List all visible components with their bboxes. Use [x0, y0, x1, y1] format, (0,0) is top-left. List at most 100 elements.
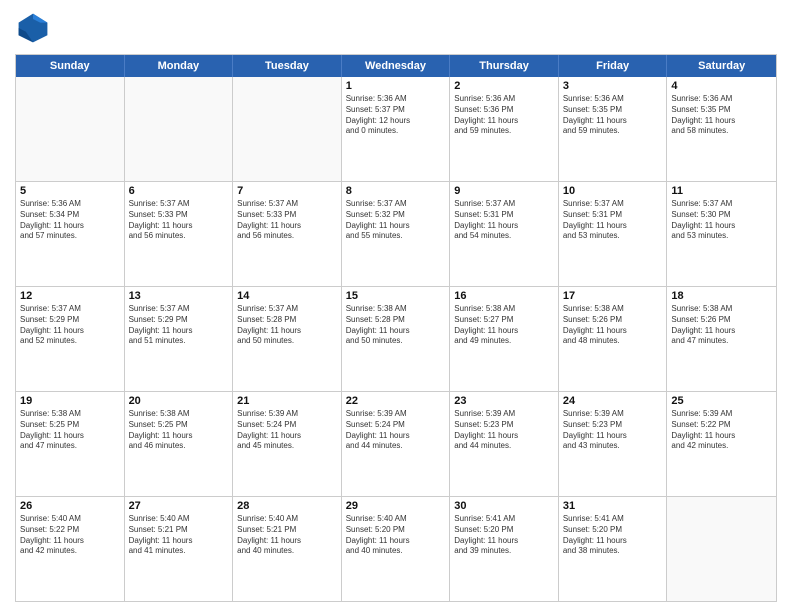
calendar-cell	[667, 497, 776, 601]
calendar-cell: 15 Sunrise: 5:38 AM Sunset: 5:28 PM Dayli…	[342, 287, 451, 391]
day-number: 13	[129, 290, 229, 302]
cell-text: Sunrise: 5:38 AM Sunset: 5:26 PM Dayligh…	[563, 304, 663, 347]
calendar-cell: 28Sunrise: 5:40 AM Sunset: 5:21 PM Dayli…	[233, 497, 342, 601]
day-number: 5	[20, 185, 120, 197]
calendar-row: 19Sunrise: 5:38 AM Sunset: 5:25 PM Dayli…	[16, 392, 776, 497]
cell-text: Sunrise: 5:37 AM Sunset: 5:29 PM Dayligh…	[129, 304, 229, 347]
calendar-cell: 17 Sunrise: 5:38 AM Sunset: 5:26 PM Dayli…	[559, 287, 668, 391]
day-number: 23	[454, 395, 554, 407]
calendar-cell: 31 Sunrise: 5:41 AM Sunset: 5:20 PM Dayli…	[559, 497, 668, 601]
cell-text: Sunrise: 5:41 AM Sunset: 5:20 PM Dayligh…	[454, 514, 554, 557]
page: SundayMondayTuesdayWednesdayThursdayFrid…	[0, 0, 792, 612]
cell-text: Sunrise: 5:39 AM Sunset: 5:23 PM Dayligh…	[454, 409, 554, 452]
day-number: 26	[20, 500, 120, 512]
calendar-cell: 24 Sunrise: 5:39 AM Sunset: 5:23 PM Dayli…	[559, 392, 668, 496]
calendar-row: 5 Sunrise: 5:36 AM Sunset: 5:34 PM Daylig…	[16, 182, 776, 287]
cell-text: Sunrise: 5:37 AM Sunset: 5:28 PM Dayligh…	[237, 304, 337, 347]
calendar-cell	[125, 77, 234, 181]
cell-text: Sunrise: 5:40 AM Sunset: 5:20 PM Dayligh…	[346, 514, 446, 557]
day-number: 24	[563, 395, 663, 407]
header	[15, 10, 777, 46]
calendar-cell: 18 Sunrise: 5:38 AM Sunset: 5:26 PM Dayli…	[667, 287, 776, 391]
cell-text: Sunrise: 5:36 AM Sunset: 5:34 PM Dayligh…	[20, 199, 120, 242]
cell-text: Sunrise: 5:39 AM Sunset: 5:24 PM Dayligh…	[237, 409, 337, 452]
cell-text: Sunrise: 5:41 AM Sunset: 5:20 PM Dayligh…	[563, 514, 663, 557]
weekday-header: Thursday	[450, 55, 559, 77]
calendar-cell: 22Sunrise: 5:39 AM Sunset: 5:24 PM Dayli…	[342, 392, 451, 496]
calendar-row: 1Sunrise: 5:36 AM Sunset: 5:37 PM Daylig…	[16, 77, 776, 182]
calendar-cell: 27Sunrise: 5:40 AM Sunset: 5:21 PM Dayli…	[125, 497, 234, 601]
calendar-cell	[16, 77, 125, 181]
weekday-header: Sunday	[16, 55, 125, 77]
weekday-header: Tuesday	[233, 55, 342, 77]
calendar-cell: 5 Sunrise: 5:36 AM Sunset: 5:34 PM Daylig…	[16, 182, 125, 286]
calendar-cell: 25 Sunrise: 5:39 AM Sunset: 5:22 PM Dayli…	[667, 392, 776, 496]
calendar-cell: 7Sunrise: 5:37 AM Sunset: 5:33 PM Daylig…	[233, 182, 342, 286]
cell-text: Sunrise: 5:36 AM Sunset: 5:35 PM Dayligh…	[563, 94, 663, 137]
weekday-header: Friday	[559, 55, 668, 77]
calendar-cell: 21 Sunrise: 5:39 AM Sunset: 5:24 PM Dayli…	[233, 392, 342, 496]
calendar: SundayMondayTuesdayWednesdayThursdayFrid…	[15, 54, 777, 602]
day-number: 27	[129, 500, 229, 512]
day-number: 15	[346, 290, 446, 302]
day-number: 29	[346, 500, 446, 512]
cell-text: Sunrise: 5:38 AM Sunset: 5:26 PM Dayligh…	[671, 304, 772, 347]
calendar-cell: 14 Sunrise: 5:37 AM Sunset: 5:28 PM Dayli…	[233, 287, 342, 391]
calendar-cell: 6 Sunrise: 5:37 AM Sunset: 5:33 PM Daylig…	[125, 182, 234, 286]
cell-text: Sunrise: 5:37 AM Sunset: 5:29 PM Dayligh…	[20, 304, 120, 347]
calendar-cell: 20Sunrise: 5:38 AM Sunset: 5:25 PM Dayli…	[125, 392, 234, 496]
calendar-row: 26Sunrise: 5:40 AM Sunset: 5:22 PM Dayli…	[16, 497, 776, 601]
day-number: 21	[237, 395, 337, 407]
cell-text: Sunrise: 5:40 AM Sunset: 5:21 PM Dayligh…	[237, 514, 337, 557]
day-number: 10	[563, 185, 663, 197]
day-number: 2	[454, 80, 554, 92]
day-number: 3	[563, 80, 663, 92]
calendar-cell: 9 Sunrise: 5:37 AM Sunset: 5:31 PM Daylig…	[450, 182, 559, 286]
day-number: 17	[563, 290, 663, 302]
calendar-cell: 8 Sunrise: 5:37 AM Sunset: 5:32 PM Daylig…	[342, 182, 451, 286]
weekday-header: Monday	[125, 55, 234, 77]
calendar-cell: 30 Sunrise: 5:41 AM Sunset: 5:20 PM Dayli…	[450, 497, 559, 601]
calendar-cell: 23 Sunrise: 5:39 AM Sunset: 5:23 PM Dayli…	[450, 392, 559, 496]
day-number: 14	[237, 290, 337, 302]
cell-text: Sunrise: 5:37 AM Sunset: 5:30 PM Dayligh…	[671, 199, 772, 242]
weekday-header: Saturday	[667, 55, 776, 77]
calendar-cell: 10 Sunrise: 5:37 AM Sunset: 5:31 PM Dayli…	[559, 182, 668, 286]
day-number: 8	[346, 185, 446, 197]
day-number: 4	[671, 80, 772, 92]
calendar-cell: 1Sunrise: 5:36 AM Sunset: 5:37 PM Daylig…	[342, 77, 451, 181]
cell-text: Sunrise: 5:37 AM Sunset: 5:32 PM Dayligh…	[346, 199, 446, 242]
calendar-cell	[233, 77, 342, 181]
day-number: 18	[671, 290, 772, 302]
cell-text: Sunrise: 5:38 AM Sunset: 5:25 PM Dayligh…	[129, 409, 229, 452]
day-number: 30	[454, 500, 554, 512]
cell-text: Sunrise: 5:36 AM Sunset: 5:35 PM Dayligh…	[671, 94, 772, 137]
day-number: 9	[454, 185, 554, 197]
cell-text: Sunrise: 5:37 AM Sunset: 5:31 PM Dayligh…	[563, 199, 663, 242]
cell-text: Sunrise: 5:39 AM Sunset: 5:22 PM Dayligh…	[671, 409, 772, 452]
calendar-cell: 3 Sunrise: 5:36 AM Sunset: 5:35 PM Daylig…	[559, 77, 668, 181]
cell-text: Sunrise: 5:36 AM Sunset: 5:36 PM Dayligh…	[454, 94, 554, 137]
cell-text: Sunrise: 5:38 AM Sunset: 5:27 PM Dayligh…	[454, 304, 554, 347]
calendar-header: SundayMondayTuesdayWednesdayThursdayFrid…	[16, 55, 776, 77]
calendar-cell: 19Sunrise: 5:38 AM Sunset: 5:25 PM Dayli…	[16, 392, 125, 496]
cell-text: Sunrise: 5:37 AM Sunset: 5:31 PM Dayligh…	[454, 199, 554, 242]
day-number: 25	[671, 395, 772, 407]
cell-text: Sunrise: 5:37 AM Sunset: 5:33 PM Dayligh…	[129, 199, 229, 242]
logo	[15, 10, 55, 46]
day-number: 22	[346, 395, 446, 407]
day-number: 11	[671, 185, 772, 197]
day-number: 31	[563, 500, 663, 512]
day-number: 6	[129, 185, 229, 197]
calendar-body: 1Sunrise: 5:36 AM Sunset: 5:37 PM Daylig…	[16, 77, 776, 601]
calendar-cell: 13 Sunrise: 5:37 AM Sunset: 5:29 PM Dayli…	[125, 287, 234, 391]
cell-text: Sunrise: 5:38 AM Sunset: 5:28 PM Dayligh…	[346, 304, 446, 347]
cell-text: Sunrise: 5:39 AM Sunset: 5:23 PM Dayligh…	[563, 409, 663, 452]
day-number: 16	[454, 290, 554, 302]
cell-text: Sunrise: 5:38 AM Sunset: 5:25 PM Dayligh…	[20, 409, 120, 452]
day-number: 1	[346, 80, 446, 92]
calendar-row: 12Sunrise: 5:37 AM Sunset: 5:29 PM Dayli…	[16, 287, 776, 392]
cell-text: Sunrise: 5:37 AM Sunset: 5:33 PM Dayligh…	[237, 199, 337, 242]
logo-icon	[15, 10, 51, 46]
weekday-header: Wednesday	[342, 55, 451, 77]
